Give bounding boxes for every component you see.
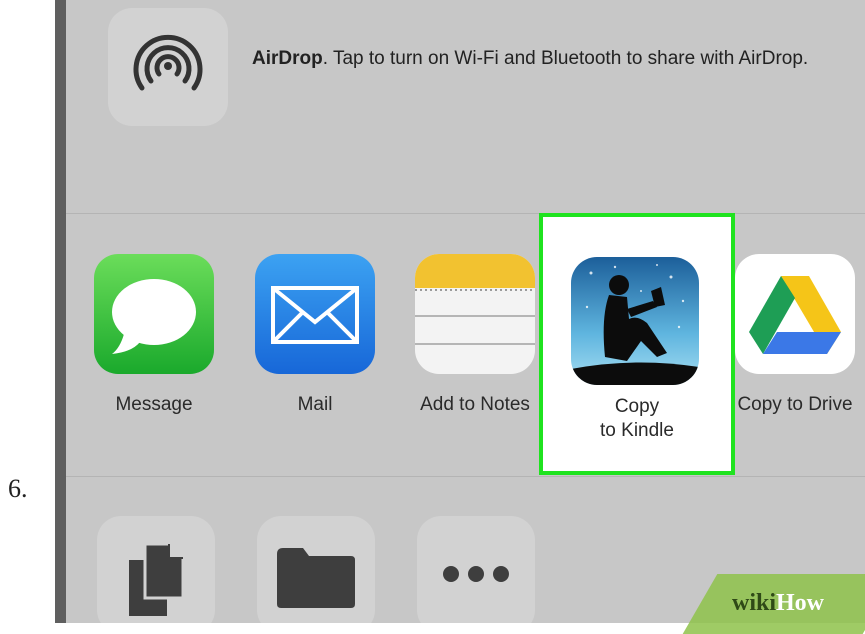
message-label: Message <box>115 394 193 415</box>
notes-label: Add to Notes <box>420 394 530 415</box>
airdrop-description: . Tap to turn on Wi-Fi and Bluetooth to … <box>322 48 809 69</box>
watermark-part2: How <box>776 590 825 616</box>
action-more[interactable] <box>417 516 535 623</box>
google-drive-icon <box>735 254 855 374</box>
copy-documents-icon <box>129 542 185 616</box>
airdrop-message: AirDrop. Tap to turn on Wi-Fi and Blueto… <box>252 46 832 71</box>
kindle-label-line1: Copy <box>614 396 660 417</box>
watermark-part1: wiki <box>732 590 777 616</box>
section-divider <box>66 476 865 477</box>
airdrop-tile[interactable] <box>108 8 228 126</box>
action-folder[interactable] <box>257 516 375 623</box>
folder-icon <box>277 548 355 608</box>
share-sheet: AirDrop. Tap to turn on Wi-Fi and Blueto… <box>55 0 865 623</box>
message-icon <box>94 254 214 374</box>
drive-label: Copy to Drive <box>737 394 853 415</box>
airdrop-title: AirDrop <box>252 48 323 69</box>
share-app-notes[interactable]: Add to Notes <box>415 254 535 415</box>
airdrop-icon <box>133 34 203 91</box>
highlighted-kindle-option[interactable]: Copy to Kindle <box>539 213 735 475</box>
more-icon <box>443 566 509 582</box>
mail-icon <box>255 254 375 374</box>
kindle-icon <box>571 257 699 385</box>
share-app-mail[interactable]: Mail <box>255 254 375 415</box>
wikihow-watermark: wikiHow <box>732 590 824 617</box>
airdrop-row[interactable]: AirDrop. Tap to turn on Wi-Fi and Blueto… <box>66 0 865 214</box>
kindle-label-line2: to Kindle <box>600 420 674 441</box>
action-copy[interactable] <box>97 516 215 623</box>
notes-icon <box>415 254 535 374</box>
kindle-label: Copy to Kindle <box>543 395 731 443</box>
phone-edge <box>55 0 66 623</box>
section-divider <box>66 213 865 214</box>
step-number: 6. <box>8 474 28 503</box>
share-app-drive[interactable]: Copy to Drive <box>735 254 855 415</box>
mail-label: Mail <box>297 394 333 415</box>
share-app-message[interactable]: Message <box>94 254 214 415</box>
